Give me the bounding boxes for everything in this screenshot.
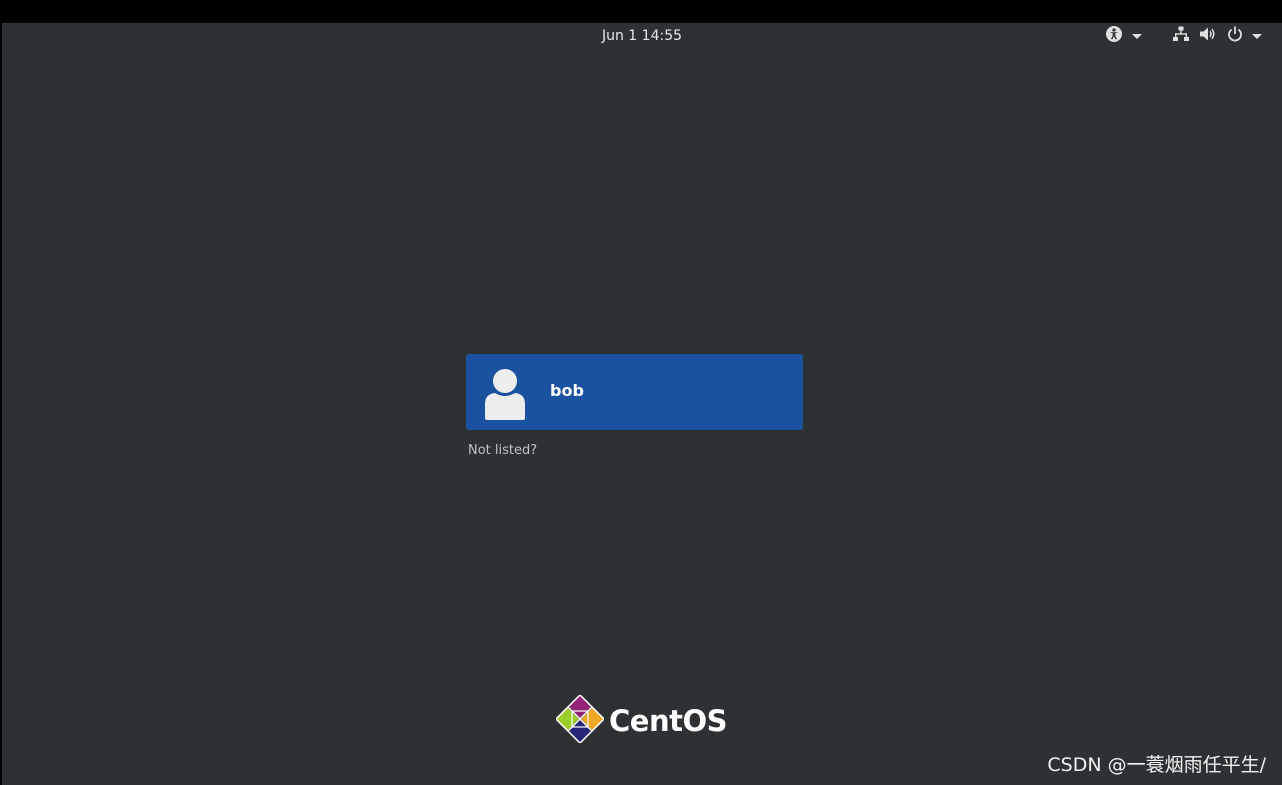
user-name: bob [550, 381, 584, 400]
user-list-item-bob[interactable]: bob [466, 354, 803, 430]
login-screen: Jun 1 14:55 bob Not listed? CentOS CSDN … [2, 0, 1282, 785]
clock-datetime[interactable]: Jun 1 14:55 [2, 27, 1282, 45]
system-menu[interactable] [1172, 26, 1262, 46]
accessibility-icon [1105, 25, 1123, 47]
not-listed-link[interactable]: Not listed? [468, 443, 537, 459]
chevron-down-icon [1252, 33, 1262, 39]
user-avatar-icon [484, 368, 526, 424]
centos-logo-icon [554, 693, 606, 747]
centos-logo-text: CentOS [609, 704, 728, 738]
centos-logo: CentOS [554, 693, 728, 747]
chevron-down-icon [1132, 33, 1142, 39]
volume-icon [1199, 26, 1217, 46]
top-bar [2, 0, 1282, 23]
power-icon [1227, 26, 1243, 46]
accessibility-menu[interactable] [1105, 26, 1142, 46]
watermark-text: CSDN @一蓑烟雨任平生/ [1047, 754, 1266, 776]
network-wired-icon [1172, 26, 1190, 46]
